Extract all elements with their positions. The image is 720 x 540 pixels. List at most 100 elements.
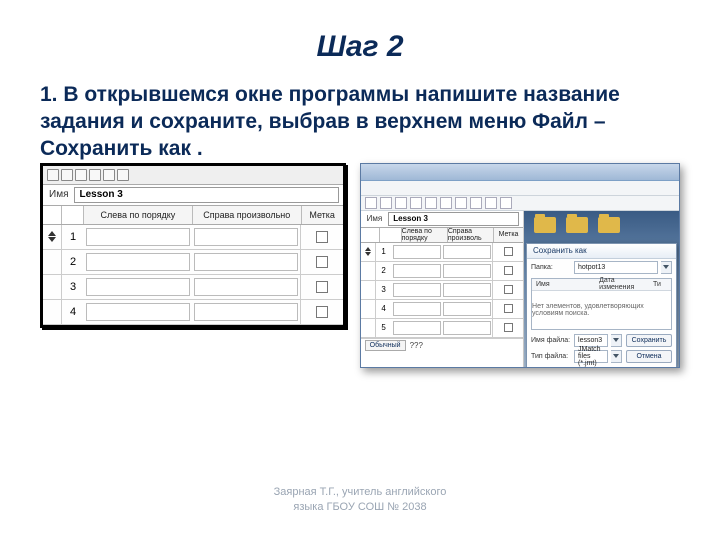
mark-cell bbox=[300, 250, 343, 274]
toolbar-icon[interactable] bbox=[485, 197, 497, 209]
mark-cell bbox=[300, 275, 343, 299]
sd-file-list[interactable]: Имя Дата изменения Ти Нет элементов, удо… bbox=[531, 278, 672, 330]
checkbox[interactable] bbox=[316, 256, 328, 268]
checkbox[interactable] bbox=[504, 304, 513, 313]
row-spinner[interactable] bbox=[361, 243, 375, 261]
row-spinner[interactable] bbox=[361, 319, 375, 337]
folder-icon[interactable] bbox=[566, 217, 588, 233]
cell-right[interactable] bbox=[443, 302, 491, 316]
checkbox[interactable] bbox=[504, 247, 513, 256]
left-app-window: Имя Lesson 3 Слева по порядку Справа про… bbox=[40, 163, 346, 328]
toolbar-icon[interactable] bbox=[103, 169, 115, 181]
cell-right[interactable] bbox=[443, 283, 491, 297]
col-mark-header: Метка bbox=[493, 228, 523, 242]
save-as-dialog: Сохранить как Папка: hotpot13 Имя Дата и… bbox=[526, 243, 677, 368]
cell-right[interactable] bbox=[194, 303, 298, 321]
cell-left[interactable] bbox=[86, 303, 190, 321]
chevron-down-icon[interactable] bbox=[611, 350, 622, 363]
cell-left[interactable] bbox=[86, 253, 190, 271]
cell-left[interactable] bbox=[393, 264, 441, 278]
sd-col-type[interactable]: Ти bbox=[649, 281, 671, 288]
rw-status-text: ??? bbox=[410, 341, 423, 350]
checkbox[interactable] bbox=[316, 231, 328, 243]
toolbar-icon[interactable] bbox=[365, 197, 377, 209]
checkbox[interactable] bbox=[504, 285, 513, 294]
cell-left[interactable] bbox=[393, 245, 441, 259]
chevron-down-icon[interactable] bbox=[365, 252, 371, 256]
row-spinner[interactable] bbox=[43, 300, 61, 324]
rw-title-input[interactable]: Lesson 3 bbox=[388, 212, 519, 226]
sd-filetype-select[interactable]: JMatch files (*.jmt) bbox=[574, 350, 608, 363]
cell-right[interactable] bbox=[443, 321, 491, 335]
row-spinner[interactable] bbox=[361, 262, 375, 280]
folder-icon[interactable] bbox=[534, 217, 556, 233]
cell-right[interactable] bbox=[443, 264, 491, 278]
toolbar-icon[interactable] bbox=[425, 197, 437, 209]
right-app-window: Имя Lesson 3 Слева по порядку Справа про… bbox=[360, 163, 680, 368]
row-spinner[interactable] bbox=[361, 281, 375, 299]
row-number: 4 bbox=[61, 300, 84, 324]
cell-left[interactable] bbox=[86, 228, 190, 246]
toolbar-icon[interactable] bbox=[470, 197, 482, 209]
cell-right[interactable] bbox=[194, 253, 298, 271]
cell-right[interactable] bbox=[194, 228, 298, 246]
chevron-up-icon[interactable] bbox=[365, 247, 371, 251]
footer-line2: языка ГБОУ СОШ № 2038 bbox=[0, 500, 720, 514]
table-row: 4 bbox=[43, 300, 343, 325]
toolbar-icon[interactable] bbox=[500, 197, 512, 209]
chevron-up-icon[interactable] bbox=[48, 231, 56, 236]
col-right-header: Справа произволь bbox=[447, 228, 493, 242]
mark-cell bbox=[492, 281, 523, 299]
toolbar-icon[interactable] bbox=[75, 169, 87, 181]
lw-title-row: Имя Lesson 3 bbox=[43, 185, 343, 206]
lw-rows: 1234 bbox=[43, 225, 343, 325]
cell-left[interactable] bbox=[86, 278, 190, 296]
slide: Шаг 2 1. В открывшемся окне программы на… bbox=[0, 0, 720, 540]
table-row: 3 bbox=[43, 275, 343, 300]
rw-view-mode-button[interactable]: Обычный bbox=[365, 340, 406, 351]
checkbox[interactable] bbox=[504, 323, 513, 332]
row-spinner[interactable] bbox=[361, 300, 375, 318]
toolbar-icon[interactable] bbox=[410, 197, 422, 209]
instruction-text: 1. В открывшемся окне программы напишите… bbox=[40, 82, 680, 163]
cell-left[interactable] bbox=[393, 302, 441, 316]
folder-icon[interactable] bbox=[598, 217, 620, 233]
row-spinner[interactable] bbox=[43, 275, 61, 299]
sd-folder-field[interactable]: hotpot13 bbox=[574, 261, 658, 274]
rw-right-pane: Сохранить как Папка: hotpot13 Имя Дата и… bbox=[524, 211, 679, 368]
toolbar-icon[interactable] bbox=[440, 197, 452, 209]
chevron-down-icon[interactable] bbox=[611, 334, 622, 347]
toolbar-icon[interactable] bbox=[380, 197, 392, 209]
cell-right[interactable] bbox=[443, 245, 491, 259]
row-number: 5 bbox=[375, 319, 392, 337]
cell-left[interactable] bbox=[393, 321, 441, 335]
sd-col-name[interactable]: Имя bbox=[532, 281, 595, 288]
table-row: 2 bbox=[361, 262, 523, 281]
cell-right[interactable] bbox=[194, 278, 298, 296]
toolbar-icon[interactable] bbox=[395, 197, 407, 209]
save-button[interactable]: Сохранить bbox=[626, 334, 672, 347]
row-spinner[interactable] bbox=[43, 250, 61, 274]
cancel-button[interactable]: Отмена bbox=[626, 350, 672, 363]
lw-toolbar-buttons bbox=[43, 169, 129, 181]
sd-empty-text: Нет элементов, удовлетворяющих условиям … bbox=[532, 291, 671, 329]
sd-filename-label: Имя файла: bbox=[531, 337, 571, 344]
col-right-header: Справа произвольно bbox=[192, 206, 301, 224]
number-col bbox=[379, 228, 401, 242]
chevron-down-icon[interactable] bbox=[661, 261, 672, 274]
cell-left[interactable] bbox=[393, 283, 441, 297]
toolbar-icon[interactable] bbox=[47, 169, 59, 181]
lw-title-input[interactable]: Lesson 3 bbox=[74, 187, 338, 203]
row-spinner[interactable] bbox=[43, 225, 61, 249]
sd-col-date[interactable]: Дата изменения bbox=[595, 277, 649, 291]
checkbox[interactable] bbox=[504, 266, 513, 275]
toolbar-icon[interactable] bbox=[455, 197, 467, 209]
toolbar-icon[interactable] bbox=[89, 169, 101, 181]
sd-folder-label: Папка: bbox=[531, 264, 571, 271]
checkbox[interactable] bbox=[316, 281, 328, 293]
toolbar-icon[interactable] bbox=[61, 169, 73, 181]
row-number: 3 bbox=[61, 275, 84, 299]
toolbar-icon[interactable] bbox=[117, 169, 129, 181]
checkbox[interactable] bbox=[316, 306, 328, 318]
chevron-down-icon[interactable] bbox=[48, 237, 56, 242]
